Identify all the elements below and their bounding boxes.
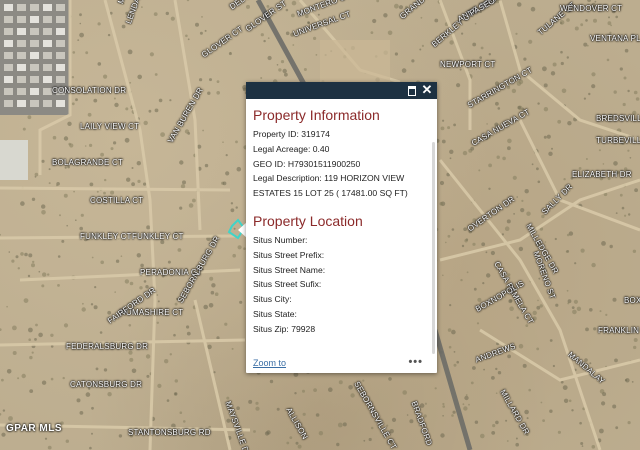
legal-acreage-row: Legal Acreage: 0.40: [253, 143, 330, 154]
popup-footer: Zoom to •••: [246, 355, 437, 373]
popup-scrollbar[interactable]: [432, 142, 435, 354]
situs-zip-row: Situs Zip: 79928: [253, 323, 316, 334]
road-label: NEWPORT CT: [440, 60, 496, 69]
road-label: ELIZABETH DR: [572, 170, 632, 179]
geo-id-row: GEO ID: H79301511900250: [253, 158, 361, 169]
situs-city-row: Situs City:: [253, 294, 292, 305]
road-label: FRANKLIN DR: [598, 326, 640, 335]
watermark-text: GPAR MLS: [6, 423, 63, 434]
maximize-icon[interactable]: [406, 84, 418, 96]
property-id-row: Property ID: 319174: [253, 129, 330, 139]
property-information-title: Property Information: [253, 107, 380, 123]
popup-header: ✕: [246, 82, 437, 99]
situs-street-prefix-row: Situs Street Prefix:: [253, 249, 325, 260]
road-label: TURBEVILLE: [596, 136, 640, 145]
road-label: CATONSBURG DR: [70, 380, 143, 389]
legal-description-row: Legal Description: 119 HORIZON VIEW ESTA…: [253, 173, 408, 199]
road-label: LAILY VIEW CT: [80, 122, 140, 131]
road-label: BOXE: [624, 296, 640, 305]
road-label: STANTONSBURG RD: [128, 428, 211, 437]
situs-number-row: Situs Number:: [253, 234, 308, 245]
road-label: VENTANA PL: [590, 34, 640, 43]
road-label: BOLAGRANDE CT: [52, 158, 124, 167]
situs-street-name-row: Situs Street Name:: [253, 264, 326, 275]
road-label: WENDOVER CT: [560, 4, 623, 13]
popup-content[interactable]: Property Information Property ID: 319174…: [246, 99, 431, 357]
road-label: BREDSVILLE: [596, 114, 640, 123]
property-location-title: Property Location: [253, 212, 363, 229]
situs-state-row: Situs State:: [253, 308, 297, 319]
situs-street-sufix-row: Situs Street Sufix:: [253, 279, 322, 290]
zoom-to-link[interactable]: Zoom to: [253, 358, 286, 368]
close-icon[interactable]: ✕: [421, 83, 433, 96]
road-label: COSTILLA CT: [90, 196, 144, 205]
road-label: FEDERALSBURG DR: [66, 342, 149, 351]
more-icon[interactable]: •••: [408, 356, 423, 368]
property-popup: ✕ Property Information Property ID: 3191…: [246, 82, 437, 373]
road-label: CONSOLATION DR: [52, 86, 127, 95]
road-label: FUNKLEY CT: [80, 232, 132, 241]
road-label: FUNKLEY CT: [132, 232, 184, 241]
